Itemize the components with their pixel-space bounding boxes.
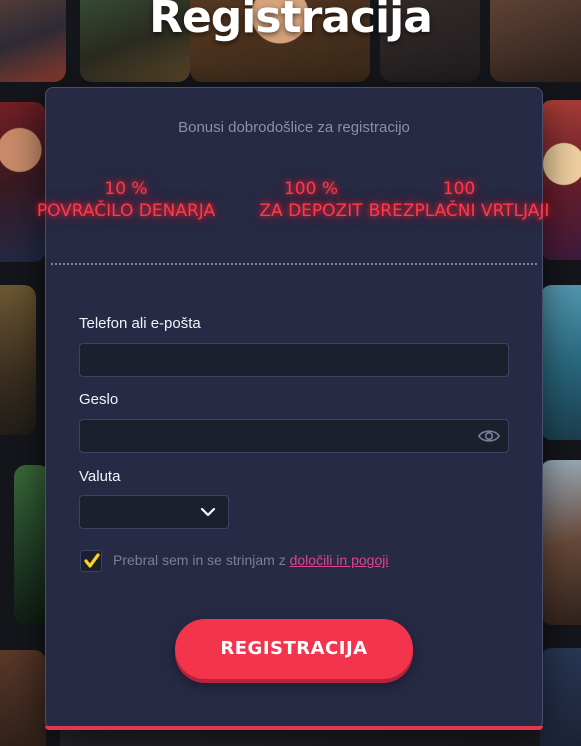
bonus-heading: Bonusi dobrodošlice za registracijo (178, 119, 410, 136)
bonus-free-spins: 100 BREZPLAČNI VRTLJAJI (343, 178, 575, 222)
game-tile (540, 460, 581, 625)
currency-label: Valuta (79, 468, 121, 485)
bonus-label: BREZPLAČNI VRTLJAJI (368, 201, 550, 221)
checkmark-icon (84, 553, 100, 568)
chevron-down-icon (200, 507, 216, 517)
game-tile (540, 285, 581, 440)
page-title: Registracija (149, 0, 433, 43)
terms-link[interactable]: določili in pogoji (290, 552, 389, 568)
registration-card: Bonusi dobrodošlice za registracijo 10 %… (37, 87, 549, 729)
bonus-value: 100 (442, 179, 476, 199)
password-input[interactable] (79, 419, 509, 453)
game-tile (0, 650, 46, 746)
password-label: Geslo (79, 391, 119, 408)
game-tile (540, 648, 581, 746)
bonus-row: 10 % POVRAČILO DENARJA 100 % ZA DEPOZIT … (6, 178, 581, 228)
currency-select[interactable] (79, 495, 229, 529)
dotted-divider (51, 263, 537, 265)
register-button[interactable]: REGISTRACIJA (175, 619, 413, 679)
phone-email-label: Telefon ali e-pošta (79, 315, 201, 332)
card-accent-line (45, 726, 543, 730)
terms-prefix: Prebral sem in se strinjam z (113, 552, 290, 568)
terms-text: Prebral sem in se strinjam z določili in… (113, 552, 388, 568)
phone-email-input[interactable] (79, 343, 509, 377)
terms-checkbox[interactable] (80, 550, 102, 572)
game-tile (0, 285, 36, 435)
eye-icon[interactable] (478, 427, 500, 445)
